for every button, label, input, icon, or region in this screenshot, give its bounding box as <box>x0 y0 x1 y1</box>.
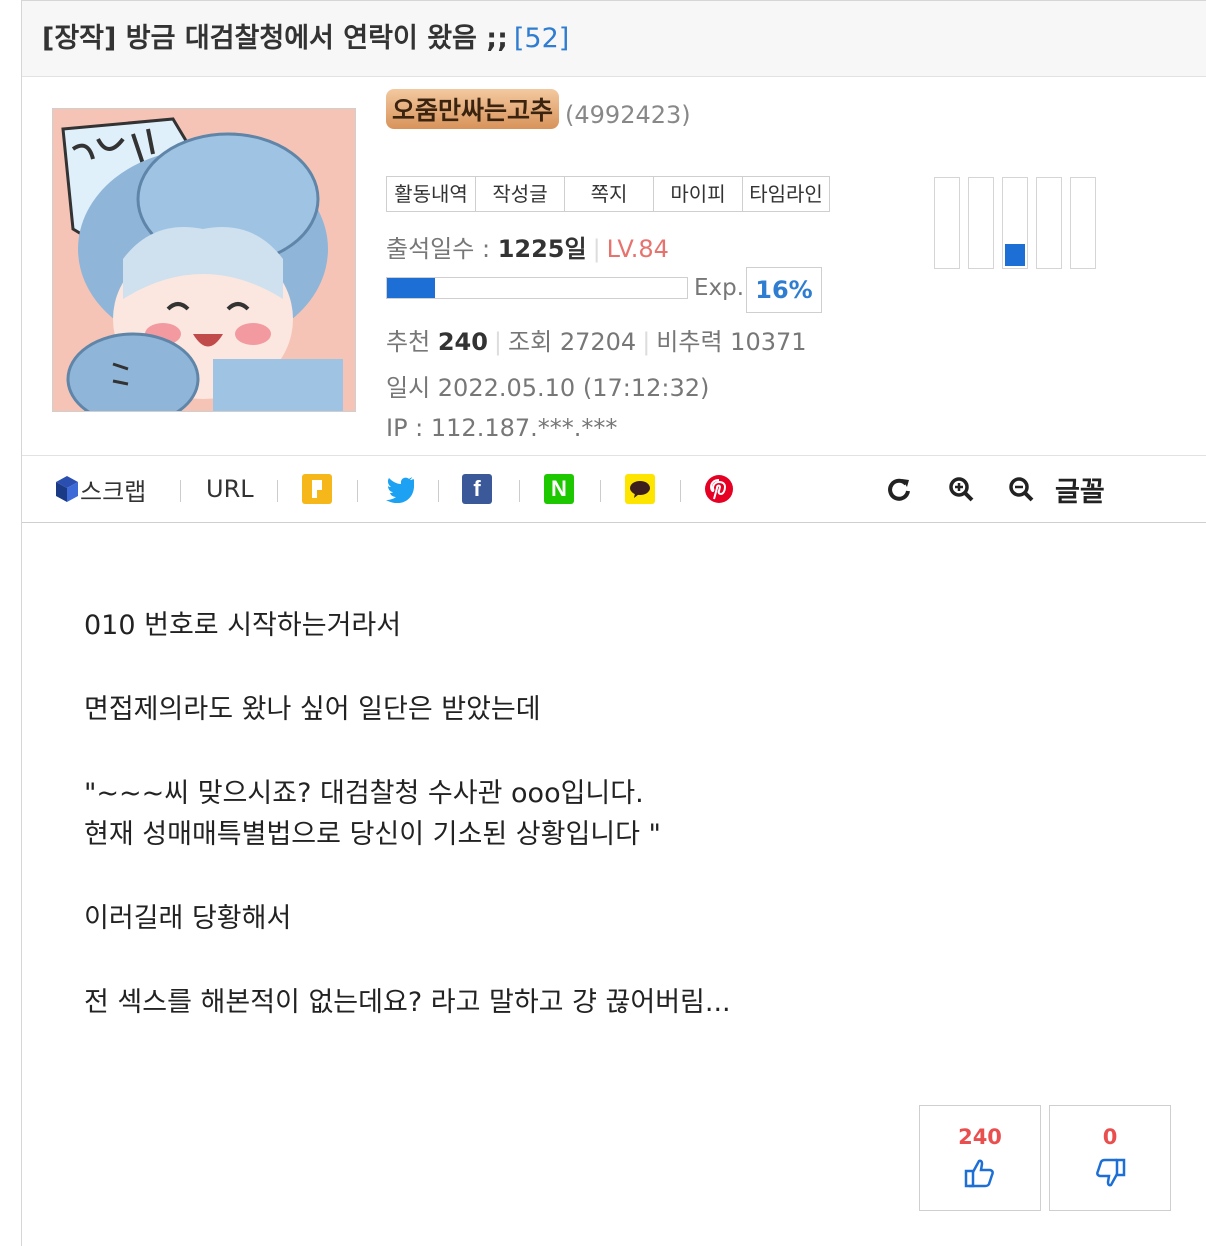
refresh-button[interactable] <box>886 456 912 522</box>
kakaostory-icon <box>302 474 332 504</box>
post-frame: [장작] 방금 대검찰청에서 연락이 왔음 ;; [52] 오줌만싸는고추 (499… <box>21 0 1206 1246</box>
url-button[interactable]: URL <box>206 456 254 522</box>
upvote-count: 240 <box>958 1125 1002 1149</box>
body-line: 현재 성매매특별법으로 당신이 기소된 상황입니다 " <box>84 819 661 850</box>
exp-percent: 16% <box>746 267 822 313</box>
divider: | <box>493 328 503 356</box>
avatar-illustration <box>53 109 355 411</box>
recommend-label: 추천 <box>386 328 431 356</box>
twitter-share-button[interactable] <box>382 456 414 522</box>
font-button[interactable]: 글꼴 <box>1055 456 1105 522</box>
kakaotalk-share-button[interactable] <box>625 456 655 522</box>
stats-row: 추천 240 | 조회 27204 | 비추력 10371 <box>386 322 807 357</box>
url-label: URL <box>206 475 254 503</box>
post-ip: IP : 112.187.***.*** <box>386 414 618 442</box>
scrap-cube-icon <box>56 476 78 502</box>
comment-count[interactable]: [52] <box>514 23 569 54</box>
naver-icon: N <box>544 474 574 504</box>
message-button[interactable]: 쪽지 <box>565 177 654 211</box>
kakaostory-share-button[interactable] <box>302 456 332 522</box>
scrap-label: 스크랩 <box>80 477 147 506</box>
meter-cell <box>968 177 994 269</box>
attendance-value: 1225일 <box>497 235 587 263</box>
body-line: 면접제의라도 왔나 싶어 일단은 받았는데 <box>84 694 541 725</box>
author-user-id: (4992423) <box>565 100 691 129</box>
facebook-icon: f <box>462 474 492 504</box>
meter-cell-active <box>1002 177 1028 269</box>
pinterest-icon <box>705 475 733 503</box>
views-count: 27204 <box>559 328 637 356</box>
divider <box>519 480 520 502</box>
views-label: 조회 <box>508 328 553 356</box>
body-line: 전 섹스를 해본적이 없는데요? 라고 말하고 걍 끊어버림... <box>84 987 731 1018</box>
zoom-in-button[interactable] <box>947 456 975 522</box>
kakaotalk-icon <box>625 474 655 504</box>
divider <box>357 480 358 502</box>
divider: | <box>592 235 601 263</box>
exp-progress-fill <box>387 278 435 298</box>
exp-progress-bar <box>386 277 688 299</box>
author-nickname[interactable]: 오줌만싸는고추 <box>386 89 560 129</box>
body-line: "~~~씨 맞으시죠? 대검찰청 수사관 ooo입니다. <box>84 778 644 809</box>
body-line: 이러길래 당황해서 <box>84 903 292 934</box>
recommend-count: 240 <box>437 328 488 356</box>
downvote-button[interactable]: 0 <box>1049 1105 1171 1211</box>
divider <box>277 480 278 502</box>
zoom-out-icon <box>1009 477 1034 502</box>
post-title-bar: [장작] 방금 대검찰청에서 연락이 왔음 ;; [52] <box>22 1 1206 77</box>
author-name-row: 오줌만싸는고추 (4992423) <box>386 89 691 131</box>
posts-button[interactable]: 작성글 <box>476 177 565 211</box>
divider <box>180 480 181 502</box>
post-title: [장작] 방금 대검찰청에서 연락이 왔음 ;; <box>42 23 508 54</box>
ratio-label: 비추력 <box>656 328 723 356</box>
timeline-button[interactable]: 타임라인 <box>743 177 829 211</box>
body-line: 010 번호로 시작하는거라서 <box>84 610 402 641</box>
mypi-button[interactable]: 마이피 <box>654 177 743 211</box>
zoom-in-icon <box>949 477 974 502</box>
naver-share-button[interactable]: N <box>544 456 574 522</box>
facebook-share-button[interactable]: f <box>462 456 492 522</box>
divider: | <box>642 328 651 356</box>
activity-meter <box>934 177 1096 269</box>
level-badge: LV.84 <box>606 235 669 263</box>
author-avatar <box>52 108 356 412</box>
attendance-label: 출석일수 : <box>386 235 491 263</box>
upvote-button[interactable]: 240 <box>919 1105 1041 1211</box>
meter-cell <box>1070 177 1096 269</box>
exp-label: Exp. <box>694 275 745 301</box>
thumbs-down-icon <box>1096 1158 1126 1187</box>
pinterest-share-button[interactable] <box>704 456 734 522</box>
author-action-buttons: 활동내역 작성글 쪽지 마이피 타임라인 <box>386 176 830 212</box>
zoom-out-button[interactable] <box>1007 456 1035 522</box>
post-date: 일시 2022.05.10 (17:12:32) <box>386 374 710 402</box>
scrap-button[interactable]: 스크랩 <box>54 456 146 522</box>
font-label: 글꼴 <box>1055 476 1105 508</box>
refresh-icon <box>888 478 910 501</box>
attendance-row: 출석일수 : 1225일 | LV.84 <box>386 229 669 264</box>
divider <box>680 480 681 502</box>
thumbs-up-icon <box>964 1159 994 1188</box>
post-body: 010 번호로 시작하는거라서 면접제의라도 왔나 싶어 일단은 받았는데 "~… <box>84 605 1134 1023</box>
ratio-value: 10371 <box>730 328 807 356</box>
divider <box>438 480 439 502</box>
downvote-count: 0 <box>1102 1125 1118 1149</box>
share-toolbar: 스크랩 URL f N 글꼴 <box>22 455 1206 523</box>
divider <box>600 480 601 502</box>
meter-cell <box>1036 177 1062 269</box>
activity-button[interactable]: 활동내역 <box>387 177 476 211</box>
twitter-icon <box>386 477 414 503</box>
meter-cell <box>934 177 960 269</box>
